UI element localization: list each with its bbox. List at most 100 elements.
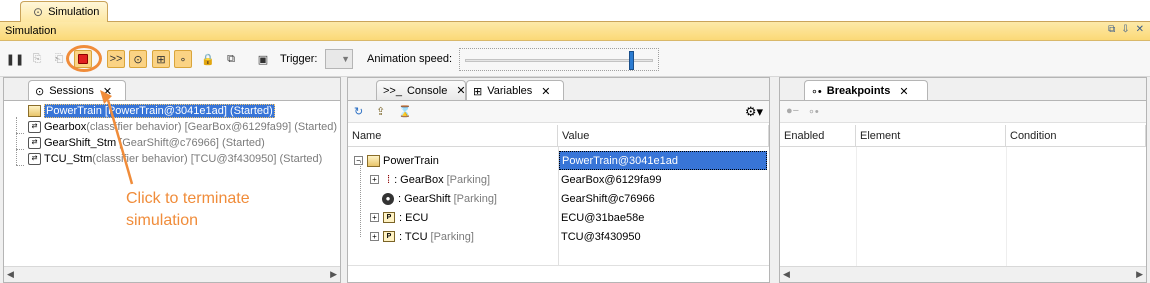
variable-value-cell[interactable]: ECU@31bae58e (561, 208, 644, 227)
lock-icon[interactable]: 🔒 (199, 50, 217, 68)
variables-tab-label: Variables (487, 85, 533, 97)
gear-icon[interactable]: ⚙▾ (745, 104, 763, 120)
close-window-icon[interactable]: ✕ (1136, 24, 1144, 35)
close-icon[interactable]: ✕ (899, 85, 908, 98)
state-machine-icon: ⇄ (28, 153, 41, 165)
variable-row-gearbox[interactable]: + ⁞ : GearBox [Parking] (370, 170, 490, 189)
variables-icon: ⊞ (473, 85, 483, 98)
filter-icon[interactable]: ⌛ (398, 105, 412, 118)
slider-track (465, 59, 653, 62)
scroll-left-icon[interactable]: ◀ (7, 269, 14, 280)
breakpoints-panel: ∘• Breakpoints ✕ ●− ∘• Enabled Element C… (779, 77, 1147, 283)
collapse-icon[interactable]: − (354, 156, 363, 165)
breakpoints-toggle-icon[interactable]: ∘ (174, 50, 192, 68)
breakpoints-hscrollbar[interactable]: ◀ ▶ (780, 266, 1146, 282)
variable-value-cell[interactable]: TCU@3f430950 (561, 227, 641, 246)
variable-value-cell[interactable]: PowerTrain@3041e1ad (559, 151, 767, 170)
session-item-gearbox[interactable]: ⇄ Gearbox (classifier behavior) [GearBox… (28, 119, 337, 135)
variable-value-cell[interactable]: GearShift@c76966 (561, 189, 655, 208)
sessions-toggle-icon[interactable]: ⊙ (129, 50, 147, 68)
export-icon[interactable]: ⧉ (222, 50, 240, 68)
close-icon[interactable]: ✕ (103, 85, 112, 98)
column-header-value[interactable]: Value (558, 125, 769, 147)
step-into-icon[interactable]: ⎘ (28, 50, 46, 68)
variable-name: : TCU (399, 230, 428, 243)
column-header-name[interactable]: Name (348, 125, 558, 147)
expand-icon[interactable]: + (370, 213, 379, 222)
simulation-window-title-bar: Simulation ⧉ ⇩ ✕ (0, 22, 1150, 41)
session-label: TCU_Stm (44, 153, 93, 165)
variable-name: : GearShift (398, 192, 451, 205)
column-header-condition[interactable]: Condition (1006, 125, 1146, 147)
variable-row-powertrain[interactable]: − PowerTrain (348, 151, 558, 170)
run-config-icon[interactable]: ▣ (254, 50, 272, 68)
variable-value: GearShift@c76966 (561, 192, 655, 205)
column-header-enabled[interactable]: Enabled (780, 125, 856, 147)
variable-value: GearBox@6129fa99 (561, 173, 662, 186)
tab-breakpoints[interactable]: ∘• Breakpoints ✕ (804, 80, 928, 101)
variable-name: PowerTrain (383, 154, 439, 167)
session-item-tcu[interactable]: ⇄ TCU_Stm (classifier behavior) [TCU@3f4… (28, 151, 322, 167)
sessions-icon: ⊙ (35, 85, 45, 98)
remove-breakpoint-icon[interactable]: ●− (786, 105, 799, 117)
session-item-gearshift[interactable]: ⇄ GearShift_Stm [GearShift@c76966] (Star… (28, 135, 265, 151)
scroll-right-icon[interactable]: ▶ (330, 269, 337, 280)
terminate-highlight-ring (66, 45, 102, 72)
variable-row-gearshift[interactable]: ● : GearShift [Parking] (382, 189, 497, 208)
variable-row-ecu[interactable]: + P : ECU (370, 208, 428, 227)
expand-icon[interactable]: + (370, 232, 379, 241)
variables-toggle-icon[interactable]: ⊞ (152, 50, 170, 68)
animation-speed-slider[interactable] (459, 48, 659, 71)
breakpoints-icon: ∘• (811, 85, 822, 98)
console-toggle-icon[interactable]: >> (107, 50, 125, 68)
simulation-editor-tab[interactable]: ⊙ Simulation (20, 1, 108, 22)
gearshift-icon: ● (382, 192, 394, 205)
port-icon: P (383, 212, 395, 223)
sessions-tab-label: Sessions (49, 85, 94, 97)
block-icon (28, 105, 41, 117)
breakpoints-toolbar: ●− ∘• (780, 101, 1146, 123)
simulation-toolbar: ❚❚ ⎘ ⎗ >> ⊙ ⊞ ∘ 🔒 ⧉ ▣ Trigger: ▼ Animati… (0, 41, 1150, 77)
console-icon: >>_ (383, 84, 402, 97)
tab-console[interactable]: >>_ Console ✕ (376, 80, 466, 100)
variables-toolbar: ↻ ⇪ ⌛ ⚙▾ (348, 101, 769, 123)
refresh-icon[interactable]: ↻ (354, 105, 363, 118)
sessions-hscrollbar[interactable]: ◀ ▶ (4, 266, 340, 282)
breakpoints-tab-label: Breakpoints (826, 85, 891, 97)
trigger-select[interactable]: ▼ (325, 49, 353, 69)
session-detail: (classifier behavior) [GearBox@6129fa99]… (86, 121, 338, 133)
tab-sessions[interactable]: ⊙ Sessions ✕ (28, 80, 126, 101)
state-icon: ⁞ (387, 173, 391, 186)
remove-all-breakpoints-icon[interactable]: ∘• (808, 105, 819, 118)
port-icon: P (383, 231, 395, 242)
minimize-window-icon[interactable]: ⇩ (1121, 24, 1129, 35)
variable-value: PowerTrain@3041e1ad (562, 154, 678, 167)
scroll-left-icon[interactable]: ◀ (783, 269, 790, 280)
variable-name: : GearBox (394, 173, 444, 186)
variable-value-cell[interactable]: GearBox@6129fa99 (561, 170, 661, 189)
scroll-right-icon[interactable]: ▶ (1136, 269, 1143, 280)
variable-value: TCU@3f430950 (561, 230, 641, 243)
variable-row-tcu[interactable]: + P : TCU [Parking] (370, 227, 474, 246)
variable-state: [Parking] (446, 173, 491, 186)
tab-variables[interactable]: ⊞ Variables ✕ (466, 80, 564, 101)
pause-icon[interactable]: ❚❚ (6, 50, 24, 68)
expand-icon[interactable]: + (370, 175, 379, 184)
float-window-icon[interactable]: ⧉ (1108, 24, 1115, 35)
window-title: Simulation (5, 25, 57, 37)
variables-content: ↻ ⇪ ⌛ ⚙▾ Name Value − PowerTrain PowerTr… (348, 100, 769, 282)
close-icon[interactable]: ✕ (541, 85, 550, 98)
variables-panel: >>_ Console ✕ ⊞ Variables ✕ ↻ ⇪ ⌛ ⚙▾ Nam… (347, 77, 770, 283)
close-icon[interactable]: ✕ (456, 84, 465, 97)
chevron-down-icon: ▼ (341, 54, 350, 64)
column-header-element[interactable]: Element (856, 125, 1006, 147)
breakpoints-content: ●− ∘• Enabled Element Condition ◀ ▶ (780, 100, 1146, 282)
variable-state: [Parking] (453, 192, 497, 205)
session-detail: [GearShift@c76966] (Started) (119, 137, 265, 149)
export-icon[interactable]: ⇪ (376, 105, 385, 118)
session-item-powertrain[interactable]: PowerTrain [PowerTrain@3041e1ad] (Starte… (28, 103, 275, 119)
block-icon (367, 154, 380, 167)
variable-value: ECU@31bae58e (561, 211, 645, 224)
variable-state: [Parking] (430, 230, 474, 243)
slider-thumb[interactable] (628, 51, 634, 70)
